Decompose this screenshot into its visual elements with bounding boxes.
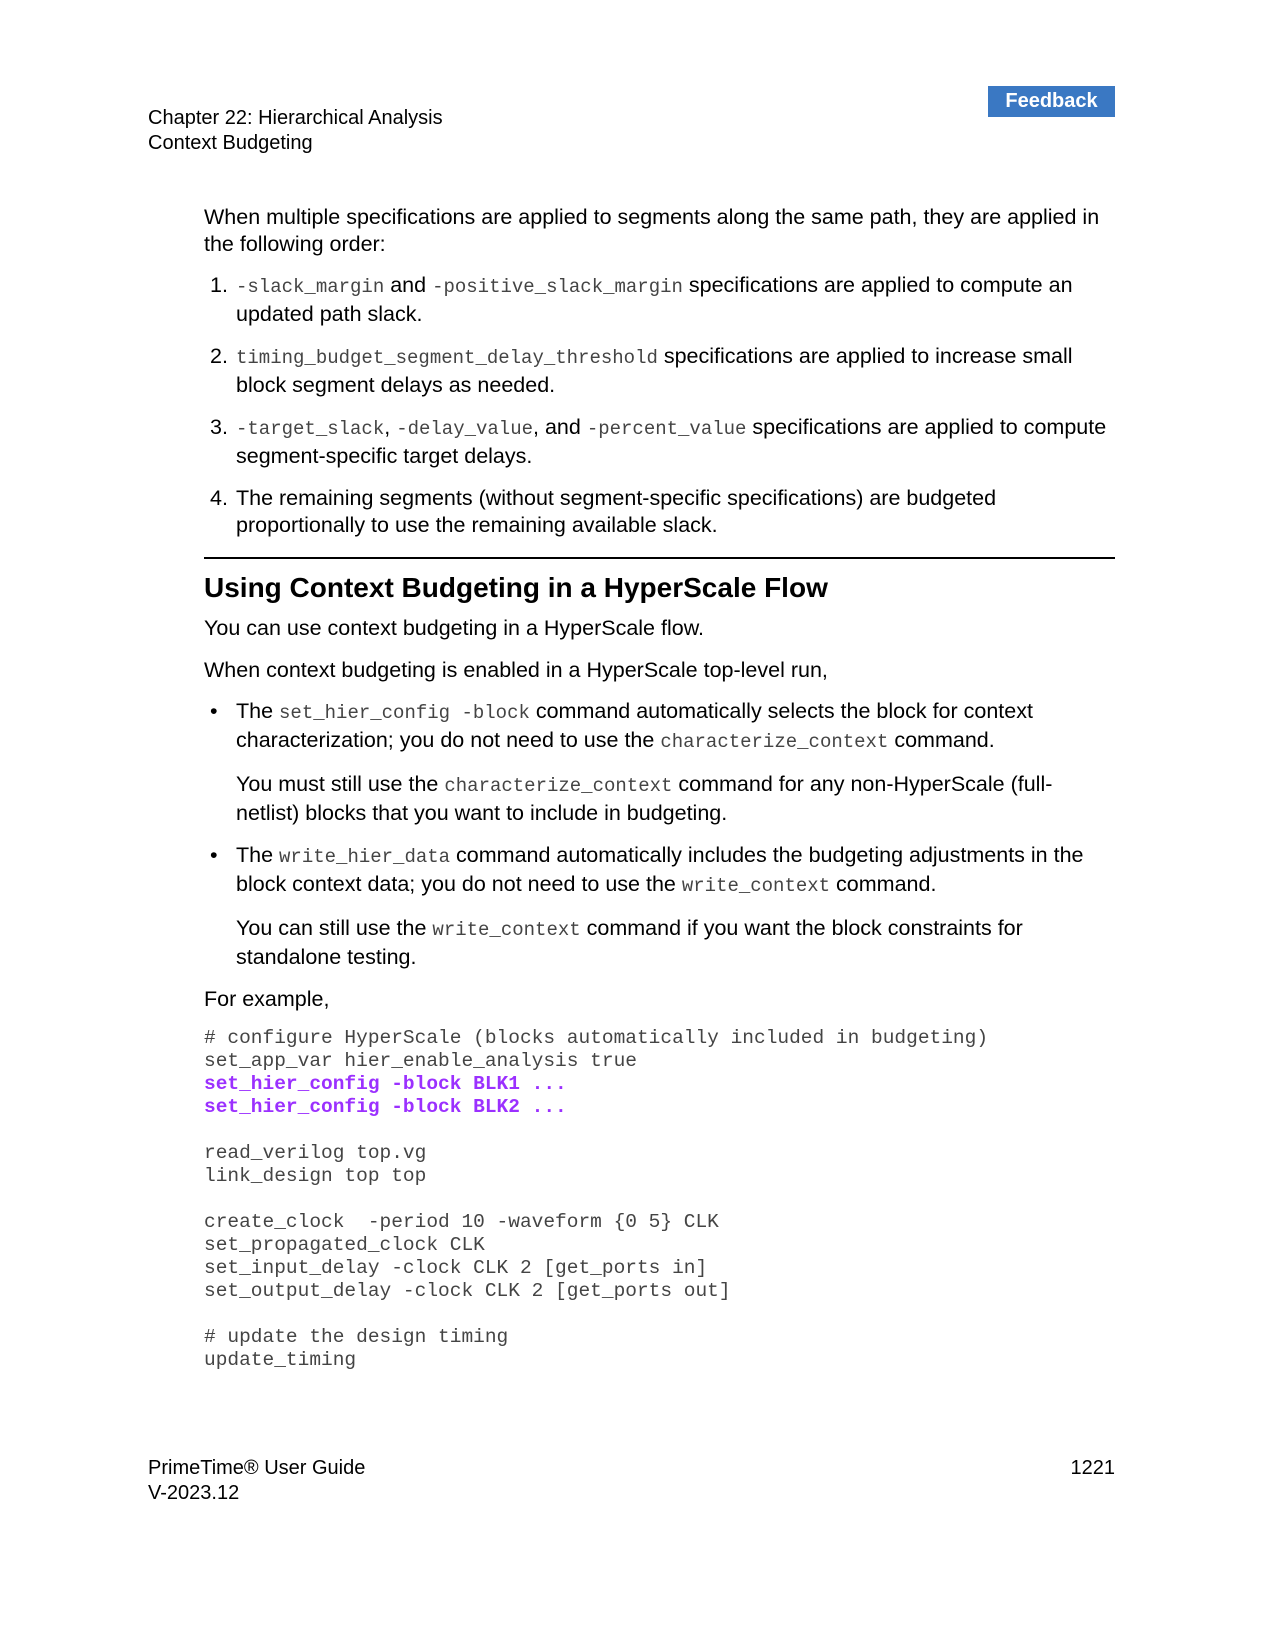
code-line: read_verilog top.vg [204,1142,427,1164]
inline-code: write_context [681,875,831,897]
text-run: The [236,699,280,723]
code-line: set_input_delay -clock CLK 2 [get_ports … [204,1257,708,1279]
list-number: 2. [210,344,228,368]
text-run: and [384,273,433,297]
main-content: When multiple specifications are applied… [204,204,1115,1372]
text-run: You must still use the [236,772,445,796]
bullet-main-text: The write_hier_data command automaticall… [236,842,1115,900]
intro-paragraph: When multiple specifications are applied… [204,205,1100,256]
text-run: You can still use the [236,916,433,940]
code-line: update_timing [204,1349,357,1371]
list-number: 3. [210,415,228,439]
section-name: Context Budgeting [148,132,313,154]
inline-code: -delay_value [396,418,534,440]
inline-code: characterize_context [660,731,889,753]
list-item-text: The remaining segments (without segment-… [236,485,1115,539]
order-list-item: 4. The remaining segments (without segmen… [204,485,1115,539]
text-run: The [236,843,280,867]
code-line: # update the design timing [204,1326,509,1348]
list-item-text: timing_budget_segment_delay_threshold sp… [236,343,1115,399]
paragraph-1: You can use context budgeting in a Hyper… [204,616,705,640]
bullet-list: • The set_hier_config -block command auto… [204,698,1115,971]
text-run: , and [533,415,587,439]
list-item-text: -slack_margin and -positive_slack_margin… [236,272,1115,328]
inline-code: -percent_value [586,418,747,440]
section-divider [204,557,1115,559]
example-label: For example, [204,987,330,1011]
section-heading: Using Context Budgeting in a HyperScale … [204,572,828,603]
inline-code: -positive_slack_margin [432,276,683,298]
list-number: 4. [210,486,228,510]
bullet-text: The set_hier_config -block command autom… [236,698,1115,827]
inline-code: set_hier_config -block [279,702,530,724]
order-list: 1. -slack_margin and -positive_slack_marg… [204,272,1115,539]
chapter-title: Chapter 22: Hierarchical Analysis [148,107,443,129]
order-list-item: 3. -target_slack, -delay_value, and -perc… [204,414,1115,470]
list-number: 1. [210,273,228,297]
inline-code: timing_budget_segment_delay_threshold [236,347,658,369]
footer-title: PrimeTime® User Guide [148,1457,366,1479]
feedback-button[interactable]: Feedback [988,86,1115,117]
page-header: Chapter 22: Hierarchical Analysis Contex… [148,106,443,156]
list-item-text: -target_slack, -delay_value, and -percen… [236,414,1115,470]
bullet-sub-text: You can still use the write_context comm… [236,915,1115,971]
bullet-list-item: • The set_hier_config -block command auto… [204,698,1115,827]
bullet-icon: • [210,843,218,867]
code-line: set_propagated_clock CLK [204,1234,485,1256]
text-run: , [384,415,397,439]
code-line: set_output_delay -clock CLK 2 [get_ports… [204,1280,731,1302]
inline-code: write_context [432,919,581,941]
code-line: link_design top top [204,1165,427,1187]
footer-version: V-2023.12 [148,1482,240,1504]
text-run: command. [830,872,937,896]
page-number: 1221 [1070,1457,1116,1479]
code-line-highlighted: set_hier_config -block BLK2 ... [204,1096,567,1118]
code-line: set_app_var hier_enable_analysis true [204,1050,637,1072]
bullet-icon: • [210,699,218,723]
inline-code: -target_slack [236,418,385,440]
code-line-highlighted: set_hier_config -block BLK1 ... [204,1073,567,1095]
text-run: The remaining segments (without segment-… [236,486,997,537]
footer-left: PrimeTime® User Guide V-2023.12 [148,1456,365,1506]
inline-code: write_hier_data [279,846,451,868]
bullet-list-item: • The write_hier_data command automatical… [204,842,1115,971]
code-block: # configure HyperScale (blocks automatic… [204,1027,1115,1372]
code-line: # configure HyperScale (blocks automatic… [204,1027,989,1049]
paragraph-2: When context budgeting is enabled in a H… [204,658,828,682]
inline-code: -slack_margin [236,276,385,298]
bullet-main-text: The set_hier_config -block command autom… [236,698,1115,756]
inline-code: characterize_context [444,775,673,797]
bullet-text: The write_hier_data command automaticall… [236,842,1115,971]
order-list-item: 1. -slack_margin and -positive_slack_marg… [204,272,1115,328]
text-run: command. [888,728,995,752]
code-line: create_clock -period 10 -waveform {0 5} … [204,1211,719,1233]
order-list-item: 2. timing_budget_segment_delay_threshold … [204,343,1115,399]
bullet-sub-text: You must still use the characterize_cont… [236,771,1115,827]
